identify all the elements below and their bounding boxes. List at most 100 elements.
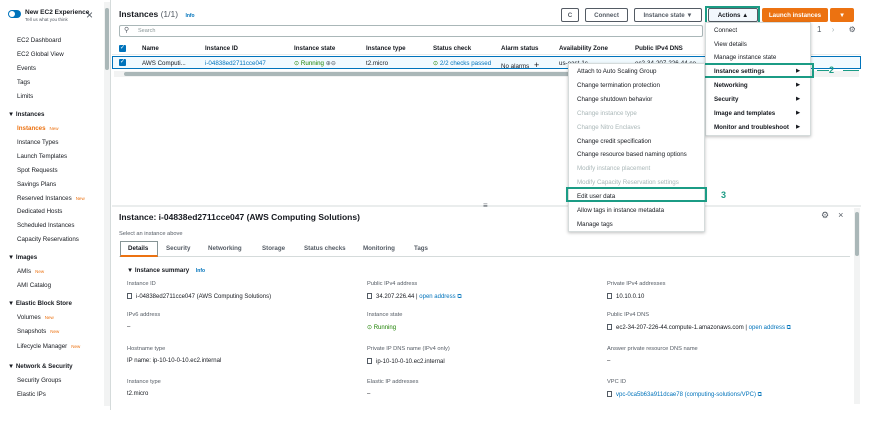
sidebar-item-label: EC2 Dashboard xyxy=(17,37,62,44)
col-status-check[interactable]: Status check xyxy=(433,45,471,52)
sidebar-section-images[interactable]: ▼ Images xyxy=(8,254,37,261)
sidebar-item-limits[interactable]: Limits xyxy=(17,93,33,100)
select-all-checkbox[interactable]: ✓ xyxy=(119,45,126,52)
actions-menu-item-manage-instance-state[interactable]: Manage instance state xyxy=(714,54,806,61)
sidebar-item-tags[interactable]: Tags xyxy=(17,79,30,86)
col-name[interactable]: Name xyxy=(142,45,159,52)
toggle-subtitle[interactable]: Tell us what you think xyxy=(25,17,68,22)
open-address-link[interactable]: open address xyxy=(419,294,455,300)
sidebar-item-events[interactable]: Events xyxy=(17,65,36,72)
cell-instance-id[interactable]: i-04838ed2711cce047 xyxy=(205,60,266,67)
external-link-icon[interactable]: ⧉ xyxy=(785,325,791,331)
sidebar-item-lifecycle-manager[interactable]: Lifecycle Manager New xyxy=(17,343,80,350)
tab-monitoring[interactable]: Monitoring xyxy=(363,245,395,252)
info-link[interactable]: Info xyxy=(185,13,194,19)
settings-item-attach-to-auto-scaling-group[interactable]: Attach to Auto Scaling Group xyxy=(577,68,656,75)
callout-2-line xyxy=(817,70,829,71)
sidebar-item-elastic-ips[interactable]: Elastic IPs xyxy=(17,391,46,398)
tab-tags[interactable]: Tags xyxy=(414,245,428,252)
field-value-text[interactable]: vpc-0ca5b63a911dcae78 (computing-solutio… xyxy=(616,392,756,398)
copy-icon[interactable] xyxy=(367,358,372,364)
sidebar-item-ec2-dashboard[interactable]: EC2 Dashboard xyxy=(17,37,61,44)
sidebar-item-ec2-global-view[interactable]: EC2 Global View xyxy=(17,51,64,58)
sidebar-item-ami-catalog[interactable]: AMI Catalog xyxy=(17,282,51,289)
copy-icon[interactable] xyxy=(607,293,612,299)
sidebar-scroll-thumb[interactable] xyxy=(105,8,109,70)
summary-info-link[interactable]: Info xyxy=(196,268,205,274)
next-page-icon[interactable]: › xyxy=(832,25,835,34)
settings-item-change-credit-specification[interactable]: Change credit specification xyxy=(577,138,651,145)
search-input[interactable]: ⚲ Search xyxy=(119,25,703,37)
copy-icon[interactable] xyxy=(127,293,132,299)
sidebar-item-snapshots[interactable]: Snapshots New xyxy=(17,328,59,335)
external-link-icon[interactable]: ⧉ xyxy=(456,294,461,300)
tab-storage[interactable]: Storage xyxy=(262,245,285,252)
sidebar-section-network-security[interactable]: ▼ Network & Security xyxy=(8,363,73,370)
col-alarm-status[interactable]: Alarm status xyxy=(501,45,538,52)
details-header-icons: ⚙ × xyxy=(821,210,843,221)
sidebar-item-dedicated-hosts[interactable]: Dedicated Hosts xyxy=(17,208,62,215)
page-number[interactable]: 1 xyxy=(817,25,821,34)
col-instance-id[interactable]: Instance ID xyxy=(205,45,238,52)
table-scroll-thumb[interactable] xyxy=(124,72,580,76)
col-public-dns[interactable]: Public IPv4 DNS xyxy=(635,45,683,52)
open-address-link[interactable]: open address xyxy=(749,325,785,331)
copy-icon[interactable] xyxy=(607,324,612,330)
row-checkbox[interactable]: ✓ xyxy=(119,59,126,66)
sidebar-item-capacity-reservations[interactable]: Capacity Reservations xyxy=(17,236,79,243)
actions-menu-item-networking[interactable]: Networking ▶ xyxy=(714,82,806,89)
copy-icon[interactable] xyxy=(367,293,372,299)
connect-button[interactable]: Connect xyxy=(585,8,628,22)
sidebar-item-instances[interactable]: Instances New xyxy=(17,125,59,132)
launch-dropdown-button[interactable]: ▼ xyxy=(830,8,854,22)
sidebar-item-savings-plans[interactable]: Savings Plans xyxy=(17,181,56,188)
close-details-icon[interactable]: × xyxy=(838,210,843,220)
launch-instances-button[interactable]: Launch instances xyxy=(762,8,828,22)
actions-menu-item-image-and-templates[interactable]: Image and templates ▶ xyxy=(714,110,806,117)
pager: 1 › ⚙ xyxy=(817,25,856,34)
refresh-button[interactable]: C xyxy=(561,8,579,22)
resize-handle-icon[interactable]: ≡ xyxy=(483,201,488,210)
sidebar-item-instance-types[interactable]: Instance Types xyxy=(17,139,59,146)
status-text[interactable]: 2/2 checks passed xyxy=(440,60,491,67)
tab-networking[interactable]: Networking xyxy=(208,245,242,252)
settings-item-change-termination-protection[interactable]: Change termination protection xyxy=(577,82,660,89)
menu-item-label: Manage instance state xyxy=(714,54,777,61)
summary-heading[interactable]: ▼ Instance summary Info xyxy=(127,267,205,274)
copy-icon[interactable] xyxy=(607,391,612,397)
sidebar-item-reserved-instances[interactable]: Reserved Instances New xyxy=(17,195,85,202)
external-link-icon[interactable]: ⧉ xyxy=(756,392,762,398)
tab-security[interactable]: Security xyxy=(166,245,190,252)
actions-menu-item-monitor-and-troubleshoot[interactable]: Monitor and troubleshoot ▶ xyxy=(714,124,806,131)
details-scroll-thumb[interactable] xyxy=(855,212,859,256)
zoom-icons[interactable]: ⊕⊖ xyxy=(326,60,336,67)
sidebar-item-security-groups[interactable]: Security Groups xyxy=(17,377,61,384)
sidebar-item-spot-requests[interactable]: Spot Requests xyxy=(17,167,58,174)
col-availability-zone[interactable]: Availability Zone xyxy=(559,45,608,52)
actions-menu-item-view-details[interactable]: View details xyxy=(714,41,806,48)
actions-menu-item-connect[interactable]: Connect xyxy=(714,27,806,34)
expand-caret-icon: ▼ xyxy=(127,267,135,274)
field-value-text: – xyxy=(127,324,131,330)
settings-item-change-shutdown-behavior[interactable]: Change shutdown behavior xyxy=(577,96,652,103)
settings-item-allow-tags-in-instance-metadata[interactable]: Allow tags in instance metadata xyxy=(577,207,664,214)
new-experience-toggle[interactable] xyxy=(8,10,21,18)
running-status-icon: ⊙ xyxy=(367,325,374,331)
add-alarm-icon[interactable]: + xyxy=(534,60,539,70)
tab-status-checks[interactable]: Status checks xyxy=(304,245,346,252)
settings-item-manage-tags[interactable]: Manage tags xyxy=(577,221,613,228)
settings-icon[interactable]: ⚙ xyxy=(821,210,829,220)
settings-gear-icon[interactable]: ⚙ xyxy=(849,25,856,34)
sidebar-item-amis[interactable]: AMIs New xyxy=(17,268,44,275)
sidebar-section-elastic-block-store[interactable]: ▼ Elastic Block Store xyxy=(8,300,72,307)
close-icon[interactable]: × xyxy=(86,8,93,22)
settings-item-change-resource-based-naming-options[interactable]: Change resource based naming options xyxy=(577,151,687,158)
sidebar-item-scheduled-instances[interactable]: Scheduled Instances xyxy=(17,222,74,229)
col-instance-type[interactable]: Instance type xyxy=(366,45,406,52)
sidebar-section-instances[interactable]: ▼ Instances xyxy=(8,111,44,118)
actions-menu-item-security[interactable]: Security ▶ xyxy=(714,96,806,103)
instance-state-button[interactable]: Instance state ▼ xyxy=(634,8,702,22)
sidebar-item-volumes[interactable]: Volumes New xyxy=(17,314,54,321)
col-instance-state[interactable]: Instance state xyxy=(294,45,335,52)
sidebar-item-launch-templates[interactable]: Launch Templates xyxy=(17,153,67,160)
